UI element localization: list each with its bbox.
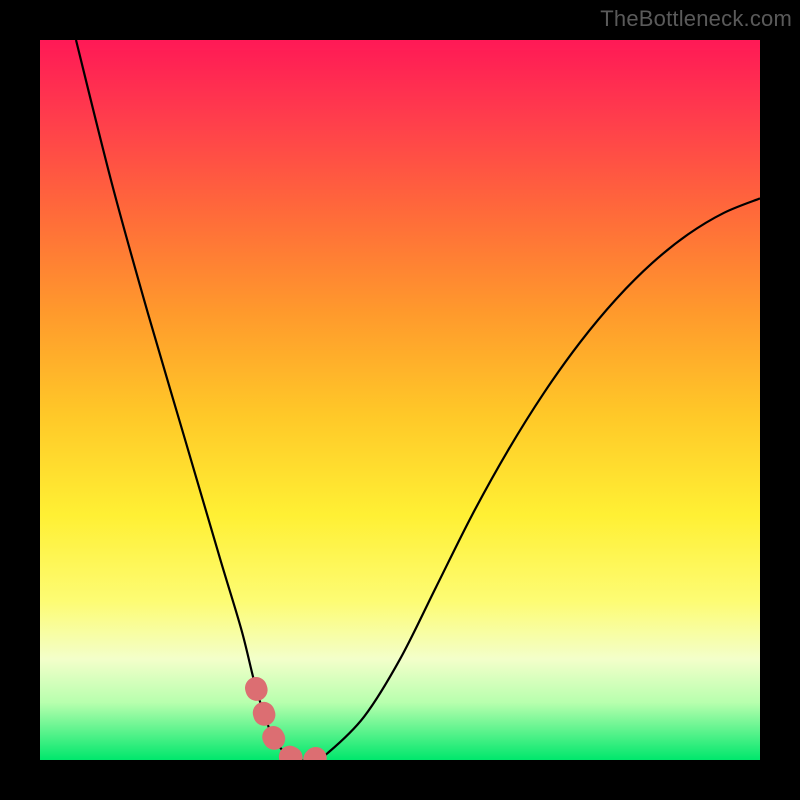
watermark-text: TheBottleneck.com	[600, 6, 792, 32]
curve-svg	[40, 40, 760, 760]
bottleneck-highlight	[256, 688, 328, 760]
plot-area	[40, 40, 760, 760]
bottleneck-curve	[76, 40, 760, 760]
chart-stage: TheBottleneck.com	[0, 0, 800, 800]
